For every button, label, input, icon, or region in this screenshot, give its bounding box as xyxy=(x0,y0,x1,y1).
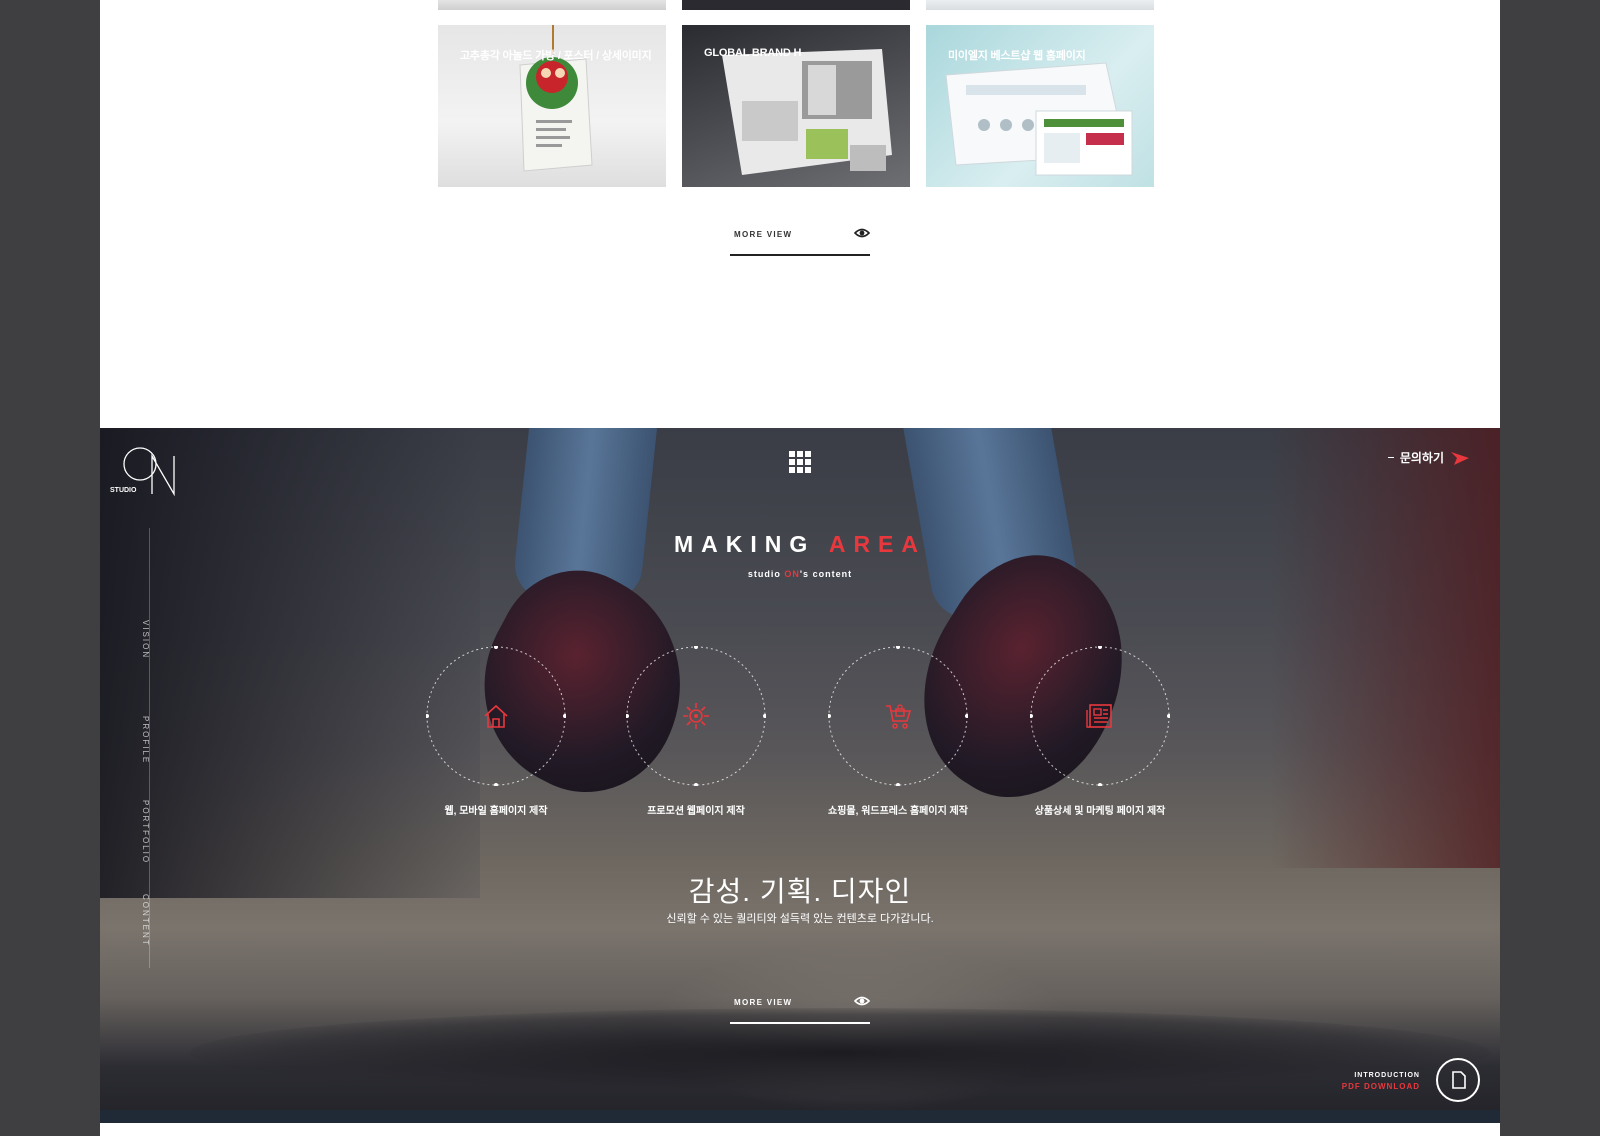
hero-title-red: AREA xyxy=(828,531,926,557)
contact-label: 문의하기 xyxy=(1399,451,1444,465)
more-view-underline xyxy=(730,254,870,256)
portfolio-thumb-prev-1[interactable] xyxy=(438,0,666,10)
background-wall-right xyxy=(1270,428,1500,868)
side-nav-portfolio[interactable]: PORTFOLIO xyxy=(141,800,150,864)
grid-menu-icon[interactable] xyxy=(789,451,811,473)
newspaper-icon xyxy=(1086,704,1112,728)
service-shopping-mall[interactable] xyxy=(828,646,968,786)
footer-edge xyxy=(100,1110,1500,1123)
more-view-underline xyxy=(730,1022,870,1024)
paper-plane-icon xyxy=(1451,451,1469,465)
studio-on-logo[interactable]: STUDIO xyxy=(110,442,180,498)
side-nav-vision[interactable]: VISION xyxy=(141,620,150,659)
portfolio-title-2: GLOBAL BRAND H xyxy=(704,47,802,59)
hero-subtitle: studio ON's content xyxy=(100,569,1500,579)
hero-subtitle-pre: studio xyxy=(747,569,781,579)
portfolio-title-3: 미이엘지 베스트샵 웹 홈페이지 xyxy=(948,50,1086,62)
portfolio-thumb-prev-2[interactable] xyxy=(682,0,910,10)
hero-slogan: 감성. 기획. 디자인 xyxy=(688,876,912,907)
contact-dash xyxy=(1387,457,1394,458)
portfolio-thumb-2[interactable]: GLOBAL BRAND H xyxy=(682,25,910,187)
eye-icon xyxy=(854,228,870,238)
page-frame: 고추총각 아놀드 가방 / 포스터 / 상세이미지 GLOBAL BRAND H xyxy=(100,0,1500,1136)
service-label-3: 쇼핑몰, 워드프레스 홈페이지 제작 xyxy=(828,806,968,817)
home-icon xyxy=(484,704,508,728)
hero-section: STUDIO 문의하기 VISION PROFILE PORTFOLIO CON… xyxy=(100,428,1500,1123)
side-nav-profile[interactable]: PROFILE xyxy=(141,716,150,764)
portfolio-thumb-1[interactable]: 고추총각 아놀드 가방 / 포스터 / 상세이미지 xyxy=(438,25,666,187)
hero-subtitle-red: ON xyxy=(784,569,800,579)
hero-subtitle-post: 's content xyxy=(799,569,853,579)
service-promotion[interactable] xyxy=(626,646,766,786)
eye-icon xyxy=(854,996,870,1006)
service-label-4: 상품상세 및 마케팅 페이지 제작 xyxy=(1034,806,1166,817)
cart-icon xyxy=(886,704,912,729)
background-wall-left xyxy=(100,428,480,898)
more-view-button-hero[interactable]: MORE VIEW xyxy=(730,996,870,1024)
pdf-download-button[interactable] xyxy=(1436,1058,1480,1102)
sun-gear-icon xyxy=(683,703,709,729)
service-label-2: 프로모션 웹페이지 제작 xyxy=(647,806,745,817)
portfolio-thumb-prev-3[interactable] xyxy=(926,0,1154,10)
more-view-label: MORE VIEW xyxy=(734,998,793,1007)
pdf-download-link[interactable]: INTRODUCTION PDF DOWNLOAD xyxy=(1342,1072,1420,1091)
logo-text: STUDIO xyxy=(110,487,137,494)
more-view-label: MORE VIEW xyxy=(734,230,793,239)
hero-description: 신뢰할 수 있는 퀄리티와 설득력 있는 컨텐츠로 다가갑니다. xyxy=(666,913,934,925)
service-web-mobile[interactable] xyxy=(426,646,566,786)
hero-title-white: MAKING xyxy=(674,531,816,557)
hero-title: MAKING AREA xyxy=(100,531,1500,558)
contact-button[interactable]: 문의하기 xyxy=(1387,449,1470,466)
more-view-button-top[interactable]: MORE VIEW xyxy=(730,228,870,256)
service-label-1: 웹, 모바일 홈페이지 제작 xyxy=(444,806,548,817)
portfolio-title-1: 고추총각 아놀드 가방 / 포스터 / 상세이미지 xyxy=(460,50,652,62)
portfolio-thumb-3[interactable]: 미이엘지 베스트샵 웹 홈페이지 xyxy=(926,25,1154,187)
pdf-intro-label: INTRODUCTION xyxy=(1354,1072,1420,1079)
pdf-download-label: PDF DOWNLOAD xyxy=(1341,1082,1420,1091)
document-icon xyxy=(1452,1071,1466,1089)
service-detail-marketing[interactable] xyxy=(1030,646,1170,786)
